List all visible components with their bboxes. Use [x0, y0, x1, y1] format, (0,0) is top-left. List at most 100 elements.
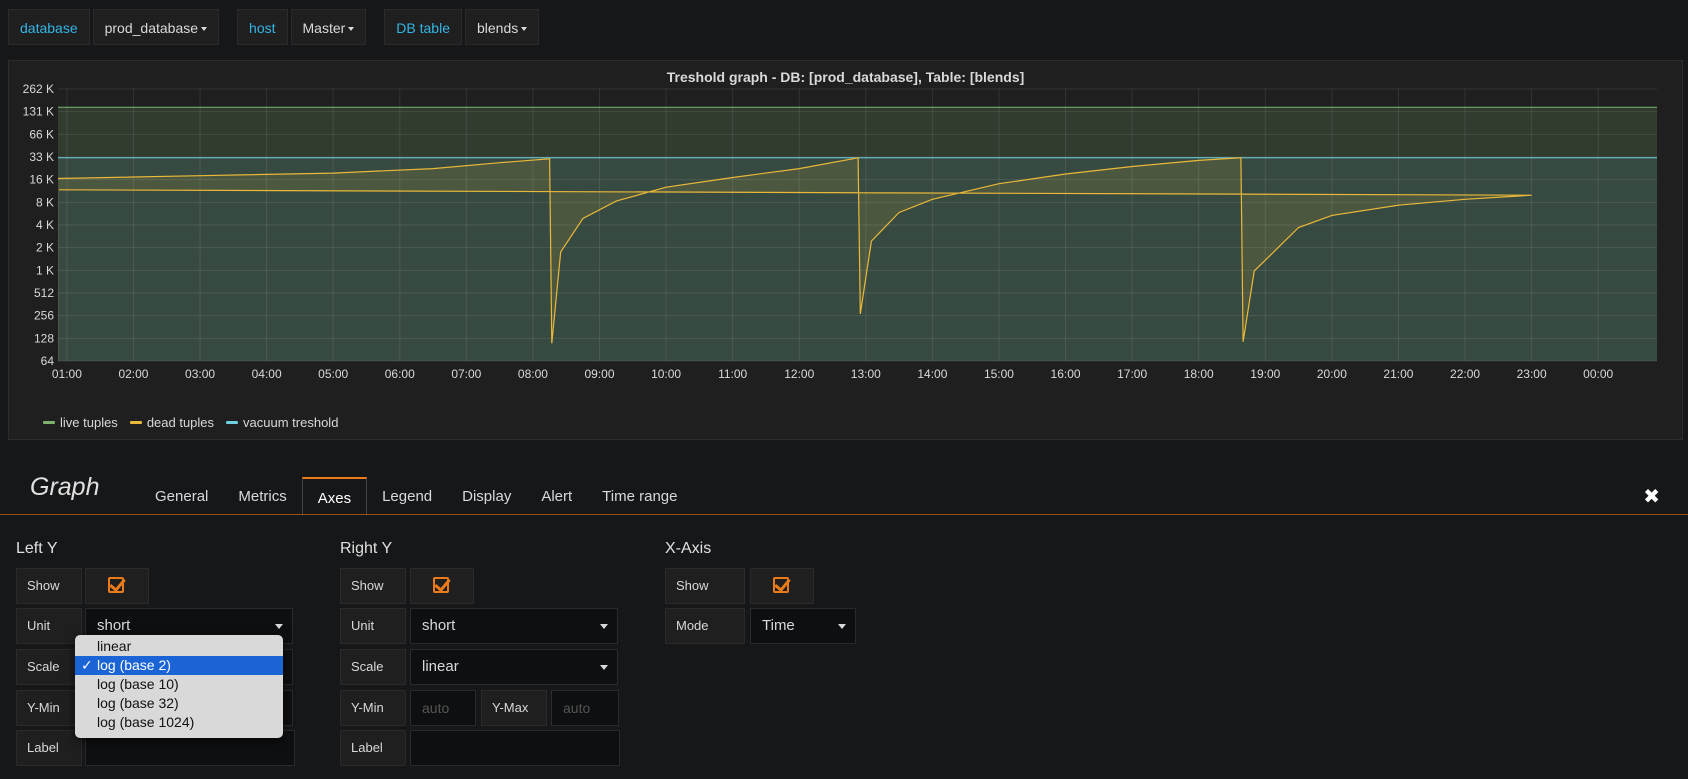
right-y-ymin-label: Y-Min — [340, 690, 406, 726]
x-tick-label: 18:00 — [1184, 367, 1214, 381]
var-label-host: host — [237, 9, 288, 45]
left-y-unit-label: Unit — [16, 608, 82, 644]
x-tick-label: 08:00 — [518, 367, 548, 381]
x-tick-label: 10:00 — [651, 367, 681, 381]
x-tick-label: 06:00 — [385, 367, 415, 381]
caret-down-icon — [201, 27, 208, 32]
left-y-ymin-label: Y-Min — [16, 690, 82, 726]
x-tick-label: 23:00 — [1517, 367, 1547, 381]
x-tick-label: 17:00 — [1117, 367, 1147, 381]
close-icon[interactable]: ✖ — [1643, 484, 1660, 509]
right-y-label-input[interactable] — [410, 730, 620, 766]
tab-alert[interactable]: Alert — [526, 477, 587, 515]
legend-item-dead[interactable]: dead tuples — [129, 415, 215, 430]
legend-swatch-live — [43, 421, 55, 424]
var-value-database: prod_database — [104, 20, 199, 36]
x-tick-label: 03:00 — [185, 367, 215, 381]
right-y-heading: Right Y — [340, 540, 393, 557]
x-axis-show-checkbox[interactable] — [750, 568, 814, 604]
left-y-label-label: Label — [16, 730, 82, 766]
y-tick-label: 512 — [34, 286, 54, 300]
right-y-ymax-input[interactable]: auto — [551, 690, 619, 726]
var-dropdown-host[interactable]: Master — [290, 9, 367, 45]
y-tick-label: 64 — [41, 354, 55, 368]
x-tick-label: 22:00 — [1450, 367, 1480, 381]
right-y-unit-label: Unit — [340, 608, 406, 644]
right-y-show-label: Show — [340, 568, 406, 604]
tab-metrics[interactable]: Metrics — [223, 477, 301, 515]
right-y-label-label: Label — [340, 730, 406, 766]
tab-display[interactable]: Display — [447, 477, 526, 515]
editor-title: Graph — [30, 473, 100, 501]
scale-option-log32[interactable]: log (base 32) — [75, 694, 283, 713]
template-variables-bar: database prod_database host Master DB ta… — [8, 9, 557, 45]
left-y-heading: Left Y — [16, 540, 58, 557]
scale-option-log10[interactable]: log (base 10) — [75, 675, 283, 694]
y-tick-label: 66 K — [29, 127, 54, 141]
y-tick-label: 16 K — [29, 173, 54, 187]
panel-title[interactable]: Treshold graph - DB: [prod_database], Ta… — [9, 69, 1682, 85]
tab-divider — [0, 514, 1688, 515]
left-y-show-checkbox[interactable] — [85, 568, 149, 604]
x-axis-mode-select[interactable]: Time — [750, 608, 856, 644]
legend-swatch-dead — [129, 421, 142, 424]
y-tick-label: 256 — [34, 309, 54, 323]
legend-item-vacuum[interactable]: vacuum treshold — [226, 415, 338, 430]
x-tick-label: 05:00 — [318, 367, 348, 381]
y-tick-label: 131 K — [23, 105, 54, 119]
chart[interactable]: 262 K131 K66 K33 K16 K8 K4 K2 K1 K512256… — [9, 61, 1682, 439]
x-axis-show-label: Show — [665, 568, 745, 604]
right-y-scale-select[interactable]: linear — [410, 649, 618, 685]
tab-general[interactable]: General — [140, 477, 223, 515]
x-tick-label: 20:00 — [1317, 367, 1347, 381]
x-tick-label: 07:00 — [451, 367, 481, 381]
x-tick-label: 13:00 — [851, 367, 881, 381]
chart-legend: live tuples dead tuples vacuum treshold — [43, 415, 350, 430]
right-y-unit-select[interactable]: short — [410, 608, 618, 644]
var-value-table: blends — [477, 20, 519, 36]
var-dropdown-table[interactable]: blends — [465, 9, 540, 45]
graph-panel: 262 K 131 K 66 K 33 K 16 K8 K4 K2 K1 K 512 256… — [8, 60, 1683, 440]
var-label-table: DB table — [384, 9, 462, 45]
y-tick-label: 2 K — [36, 241, 54, 255]
editor-tabs: General Metrics Axes Legend Display Aler… — [140, 477, 692, 515]
tab-axes[interactable]: Axes — [301, 477, 368, 515]
caret-down-icon — [521, 27, 528, 32]
x-tick-label: 04:00 — [252, 367, 282, 381]
right-y-show-checkbox[interactable] — [410, 568, 474, 604]
scale-option-linear[interactable]: linear — [75, 637, 283, 656]
x-tick-label: 09:00 — [584, 367, 614, 381]
tab-time-range[interactable]: Time range — [587, 477, 692, 515]
legend-label-dead: dead tuples — [146, 415, 215, 430]
x-tick-label: 02:00 — [118, 367, 148, 381]
y-tick-label: 1 K — [36, 263, 54, 277]
scale-dropdown-menu[interactable]: linear log (base 2) log (base 10) log (b… — [75, 635, 283, 738]
x-tick-label: 21:00 — [1383, 367, 1413, 381]
y-tick-label: 4 K — [36, 218, 54, 232]
right-y-ymin-input[interactable]: auto — [410, 690, 476, 726]
x-tick-label: 14:00 — [917, 367, 947, 381]
legend-item-live[interactable]: live tuples — [43, 415, 118, 430]
right-y-ymax-label: Y-Max — [481, 690, 547, 726]
right-y-scale-label: Scale — [340, 649, 406, 685]
x-tick-label: 12:00 — [784, 367, 814, 381]
left-y-show-label: Show — [16, 568, 82, 604]
y-tick-label: 33 K — [29, 150, 54, 164]
checkbox-checked-icon — [433, 577, 449, 593]
y-tick-label: 128 — [34, 331, 54, 345]
checkbox-checked-icon — [108, 577, 124, 593]
scale-option-log1024[interactable]: log (base 1024) — [75, 713, 283, 732]
y-tick-label: 8 K — [36, 195, 54, 209]
x-axis-heading: X-Axis — [665, 540, 712, 557]
var-dropdown-database[interactable]: prod_database — [92, 9, 220, 45]
x-tick-label: 01:00 — [52, 367, 82, 381]
tab-legend[interactable]: Legend — [367, 477, 447, 515]
x-tick-label: 19:00 — [1250, 367, 1280, 381]
scale-option-log2[interactable]: log (base 2) — [75, 656, 283, 675]
x-tick-label: 11:00 — [718, 367, 747, 381]
x-tick-label: 15:00 — [984, 367, 1014, 381]
legend-label-vacuum: vacuum treshold — [243, 415, 339, 430]
left-y-scale-label: Scale — [16, 649, 82, 685]
x-tick-label: 16:00 — [1051, 367, 1081, 381]
var-value-host: Master — [302, 20, 346, 36]
